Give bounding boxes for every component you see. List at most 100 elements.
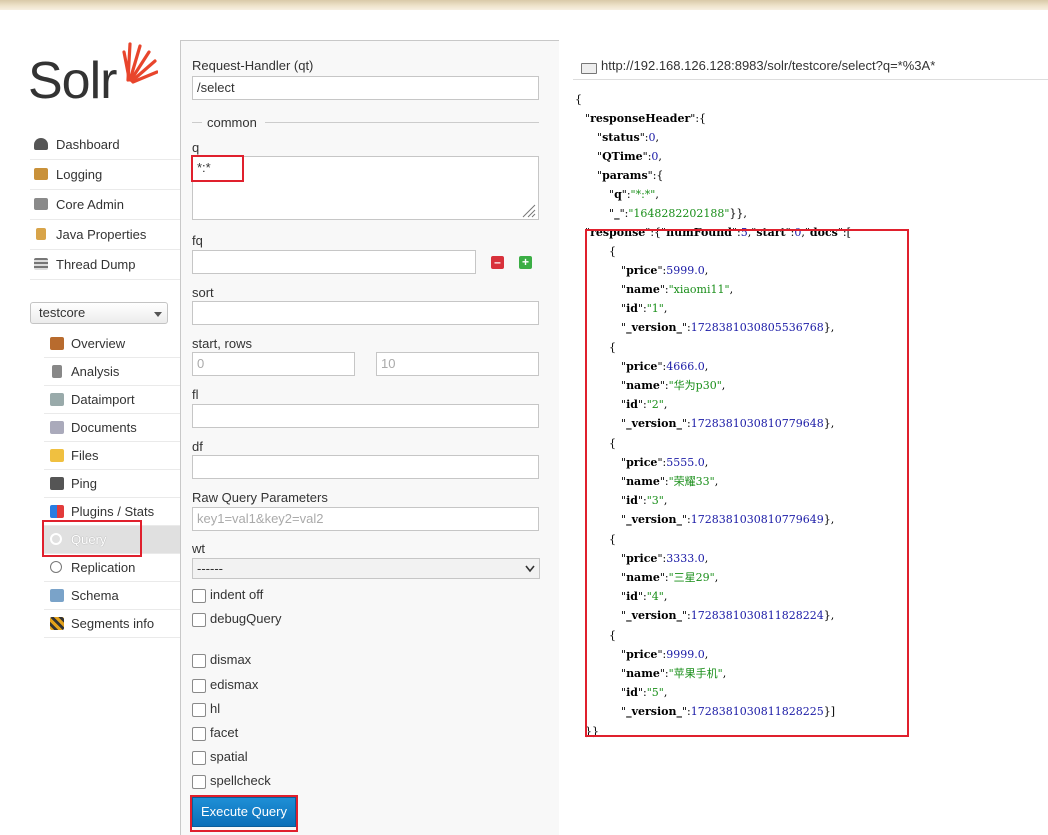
wt-label: wt [192, 541, 205, 556]
fq-input[interactable] [192, 250, 476, 274]
edismax-label: edismax [210, 677, 259, 692]
core-nav-files[interactable]: Files [44, 442, 180, 470]
nav-item-core-admin[interactable]: Core Admin [30, 190, 180, 220]
core-nav-label: Plugins / Stats [71, 504, 155, 519]
json-line: "id":"1", [621, 302, 668, 315]
execute-query-button[interactable]: Execute Query [192, 797, 296, 827]
spatial-label: spatial [210, 749, 248, 764]
start-input[interactable]: 0 [192, 352, 355, 376]
name-value: "三星29" [668, 571, 715, 584]
result-url-bar[interactable]: http://192.168.126.128:8983/solr/testcor… [573, 55, 1048, 80]
json-line: { [609, 245, 616, 258]
json-line: "price":4666.0, [621, 360, 709, 373]
json-line: { [609, 341, 616, 354]
json-line: "price":3333.0, [621, 552, 709, 565]
wt-value: ------ [197, 561, 223, 576]
json-line: { [609, 629, 616, 642]
json-line: "_":"1648282202188"}}, [609, 207, 747, 220]
dismax-checkbox[interactable] [192, 654, 206, 668]
request-handler-input[interactable]: /select [192, 76, 539, 100]
resize-handle-icon[interactable] [520, 202, 536, 218]
indent-checkbox[interactable] [192, 589, 206, 603]
id-value: "4" [646, 590, 664, 603]
json-line: "id":"2", [621, 398, 668, 411]
core-nav-analysis[interactable]: Analysis [44, 358, 180, 386]
json-line: "_version_":1728381030811828224}, [621, 609, 835, 622]
q-textarea[interactable]: *:* [192, 156, 539, 220]
core-selector-value: testcore [39, 305, 86, 320]
df-input[interactable] [192, 455, 539, 479]
qtime-value: 0 [651, 150, 659, 163]
section-divider [265, 122, 539, 123]
debugquery-label: debugQuery [210, 611, 282, 626]
numfound-value: 5 [740, 226, 748, 239]
id-value: "5" [646, 686, 664, 699]
nav-label: Thread Dump [56, 257, 136, 272]
facet-checkbox[interactable] [192, 727, 206, 741]
json-line: "name":"华为p30", [621, 379, 726, 392]
name-value: "xiaomi11" [668, 283, 730, 296]
logging-icon [34, 168, 48, 180]
spellcheck-label: spellcheck [210, 773, 271, 788]
json-line: { [575, 93, 582, 106]
json-line: "_version_":1728381030810779648}, [621, 417, 835, 430]
json-line: "_version_":1728381030810779649}, [621, 513, 835, 526]
price-value: 5555.0 [666, 456, 705, 469]
core-selector[interactable]: testcore [30, 302, 168, 324]
json-line: "name":"三星29", [621, 571, 719, 584]
documents-icon [50, 421, 64, 434]
core-nav-label: Analysis [71, 364, 120, 379]
query-highlight-box [42, 520, 142, 557]
core-nav-dataimport[interactable]: Dataimport [44, 386, 180, 414]
plugins-icon [50, 505, 64, 518]
core-nav-label: Ping [71, 476, 98, 491]
core-nav-ping[interactable]: Ping [44, 470, 180, 498]
core-nav-documents[interactable]: Documents [44, 414, 180, 442]
fl-label: fl [192, 387, 199, 402]
raw-query-input[interactable]: key1=val1&key2=val2 [192, 507, 539, 531]
nav-item-dashboard[interactable]: Dashboard [30, 130, 180, 160]
sort-input[interactable] [192, 301, 539, 325]
core-nav-overview[interactable]: Overview [44, 330, 180, 358]
nav-item-logging[interactable]: Logging [30, 160, 180, 190]
debugquery-checkbox[interactable] [192, 613, 206, 627]
nav-label: Core Admin [56, 197, 124, 212]
json-line: "responseHeader":{ [585, 112, 707, 125]
json-line: }} [585, 725, 599, 738]
replication-icon [50, 561, 62, 573]
json-line: "q":"*:*", [609, 188, 659, 201]
spellcheck-checkbox[interactable] [192, 775, 206, 789]
wt-select[interactable]: ------ [192, 558, 540, 579]
json-line: "id":"5", [621, 686, 668, 699]
indent-label: indent off [210, 587, 264, 602]
facet-label: facet [210, 725, 239, 740]
nav-item-java-properties[interactable]: Java Properties [30, 220, 180, 250]
status-value: 0 [648, 131, 656, 144]
rows-input[interactable]: 10 [376, 352, 539, 376]
core-admin-icon [34, 198, 48, 210]
fl-input[interactable] [192, 404, 539, 428]
json-line: "id":"3", [621, 494, 668, 507]
edismax-checkbox[interactable] [192, 679, 206, 693]
json-line: "status":0, [597, 131, 660, 144]
nav-item-thread-dump[interactable]: Thread Dump [30, 250, 180, 280]
spatial-checkbox[interactable] [192, 751, 206, 765]
dismax-label: dismax [210, 652, 252, 667]
result-url[interactable]: http://192.168.126.128:8983/solr/testcor… [601, 58, 935, 73]
core-nav-label: Schema [71, 588, 119, 603]
core-nav-schema[interactable]: Schema [44, 582, 180, 610]
core-nav-replication[interactable]: Replication [44, 554, 180, 582]
version-value: 1728381030811828224 [690, 609, 824, 622]
q-label: q [192, 140, 200, 155]
solr-logo[interactable]: Solr [28, 40, 163, 109]
add-fq-button[interactable]: + [519, 256, 532, 269]
core-nav-segments-info[interactable]: Segments info [44, 610, 180, 638]
hl-checkbox[interactable] [192, 703, 206, 717]
remove-fq-button[interactable]: – [491, 256, 504, 269]
schema-icon [50, 589, 64, 602]
request-handler-label: Request-Handler (qt) [192, 58, 314, 73]
price-value: 4666.0 [666, 360, 705, 373]
sun-logo-icon [122, 42, 158, 84]
raw-query-label: Raw Query Parameters [192, 490, 328, 505]
nav-label: Logging [56, 167, 103, 182]
